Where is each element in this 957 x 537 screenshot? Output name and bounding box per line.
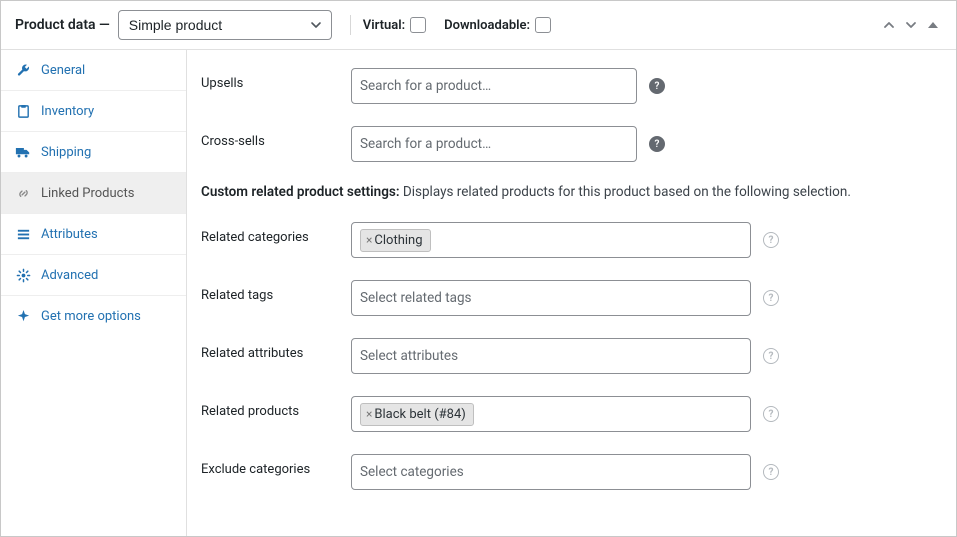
tab-label: Linked Products	[41, 186, 134, 201]
tab-label: Inventory	[41, 104, 94, 119]
panel-header: Product data — Simple product Virtual: D…	[1, 1, 956, 50]
panel-title: Product data —	[15, 17, 110, 33]
chip-clothing[interactable]: × Clothing	[360, 229, 431, 252]
virtual-label: Virtual:	[363, 18, 405, 33]
sparkle-icon	[15, 308, 31, 324]
related-products-label: Related products	[201, 396, 351, 419]
related-tags-placeholder: Select related tags	[360, 290, 472, 306]
clipboard-icon	[15, 103, 31, 119]
related-tags-input[interactable]: Select related tags	[351, 280, 751, 316]
help-icon[interactable]: ?	[649, 78, 665, 94]
related-categories-field-holder: × Clothing ?	[351, 222, 779, 258]
upsells-label: Upsells	[201, 68, 351, 91]
help-icon[interactable]: ?	[763, 406, 779, 422]
link-icon	[15, 185, 31, 201]
exclude-categories-row: Exclude categories Select categories ?	[201, 454, 942, 490]
move-up-icon[interactable]	[878, 14, 900, 36]
related-tags-field-holder: Select related tags ?	[351, 280, 779, 316]
downloadable-toggle[interactable]: Downloadable:	[444, 17, 551, 33]
related-tags-label: Related tags	[201, 280, 351, 303]
header-divider	[350, 15, 351, 35]
downloadable-label: Downloadable:	[444, 18, 530, 33]
downloadable-checkbox[interactable]	[535, 17, 551, 33]
tab-label: Get more options	[41, 309, 141, 324]
related-attributes-input[interactable]: Select attributes	[351, 338, 751, 374]
tab-attributes[interactable]: Attributes	[1, 214, 186, 255]
tab-label: General	[41, 63, 85, 78]
help-icon[interactable]: ?	[763, 290, 779, 306]
custom-related-info-rest: Displays related products for this produ…	[400, 184, 851, 200]
upsells-input[interactable]: Search for a product…	[351, 68, 637, 104]
product-tabs: General Inventory Shipping Linked Produc…	[1, 50, 187, 536]
collapse-icon[interactable]	[922, 14, 944, 36]
tab-label: Advanced	[41, 268, 98, 283]
panel-title-dash: —	[96, 17, 110, 33]
related-attributes-field-holder: Select attributes ?	[351, 338, 779, 374]
truck-icon	[15, 144, 31, 160]
upsells-placeholder: Search for a product…	[360, 78, 491, 94]
product-data-panel: Product data — Simple product Virtual: D…	[0, 0, 957, 537]
custom-related-info-bold: Custom related product settings:	[201, 184, 400, 200]
wrench-icon	[15, 62, 31, 78]
linked-products-content: Upsells Search for a product… ? Cross-se…	[187, 50, 956, 536]
move-down-icon[interactable]	[900, 14, 922, 36]
related-attributes-placeholder: Select attributes	[360, 348, 458, 364]
upsells-row: Upsells Search for a product… ?	[201, 68, 942, 104]
exclude-categories-field-holder: Select categories ?	[351, 454, 779, 490]
tab-advanced[interactable]: Advanced	[1, 255, 186, 296]
related-products-input[interactable]: × Black belt (#84)	[351, 396, 751, 432]
help-icon[interactable]: ?	[763, 232, 779, 248]
crosssells-placeholder: Search for a product…	[360, 136, 491, 152]
help-icon[interactable]: ?	[763, 348, 779, 364]
help-icon[interactable]: ?	[763, 464, 779, 480]
crosssells-row: Cross-sells Search for a product… ?	[201, 126, 942, 162]
tab-get-more-options[interactable]: Get more options	[1, 296, 186, 336]
chip-label: Black belt (#84)	[374, 407, 465, 422]
related-products-field-holder: × Black belt (#84) ?	[351, 396, 779, 432]
related-attributes-label: Related attributes	[201, 338, 351, 361]
related-categories-label: Related categories	[201, 222, 351, 245]
remove-chip-icon[interactable]: ×	[366, 233, 372, 247]
tab-label: Attributes	[41, 227, 98, 242]
virtual-checkbox[interactable]	[410, 17, 426, 33]
remove-chip-icon[interactable]: ×	[366, 407, 372, 421]
tab-inventory[interactable]: Inventory	[1, 91, 186, 132]
virtual-toggle[interactable]: Virtual:	[363, 17, 426, 33]
help-icon[interactable]: ?	[649, 136, 665, 152]
exclude-categories-label: Exclude categories	[201, 454, 351, 477]
chip-black-belt[interactable]: × Black belt (#84)	[360, 403, 474, 426]
panel-body: General Inventory Shipping Linked Produc…	[1, 50, 956, 536]
tab-label: Shipping	[41, 145, 91, 160]
product-type-select[interactable]: Simple product	[118, 10, 332, 40]
related-categories-input[interactable]: × Clothing	[351, 222, 751, 258]
upsells-field-holder: Search for a product… ?	[351, 68, 665, 104]
tab-shipping[interactable]: Shipping	[1, 132, 186, 173]
crosssells-label: Cross-sells	[201, 126, 351, 149]
tab-linked-products[interactable]: Linked Products	[1, 173, 186, 214]
custom-related-info: Custom related product settings: Display…	[201, 184, 942, 200]
exclude-categories-placeholder: Select categories	[360, 464, 464, 480]
related-tags-row: Related tags Select related tags ?	[201, 280, 942, 316]
exclude-categories-input[interactable]: Select categories	[351, 454, 751, 490]
chip-label: Clothing	[374, 233, 422, 248]
related-attributes-row: Related attributes Select attributes ?	[201, 338, 942, 374]
crosssells-input[interactable]: Search for a product…	[351, 126, 637, 162]
related-categories-row: Related categories × Clothing ?	[201, 222, 942, 258]
panel-title-text: Product data	[15, 17, 96, 33]
tab-general[interactable]: General	[1, 50, 186, 91]
crosssells-field-holder: Search for a product… ?	[351, 126, 665, 162]
gear-icon	[15, 267, 31, 283]
related-products-row: Related products × Black belt (#84) ?	[201, 396, 942, 432]
product-type-select-wrap: Simple product	[118, 10, 332, 40]
list-icon	[15, 226, 31, 242]
